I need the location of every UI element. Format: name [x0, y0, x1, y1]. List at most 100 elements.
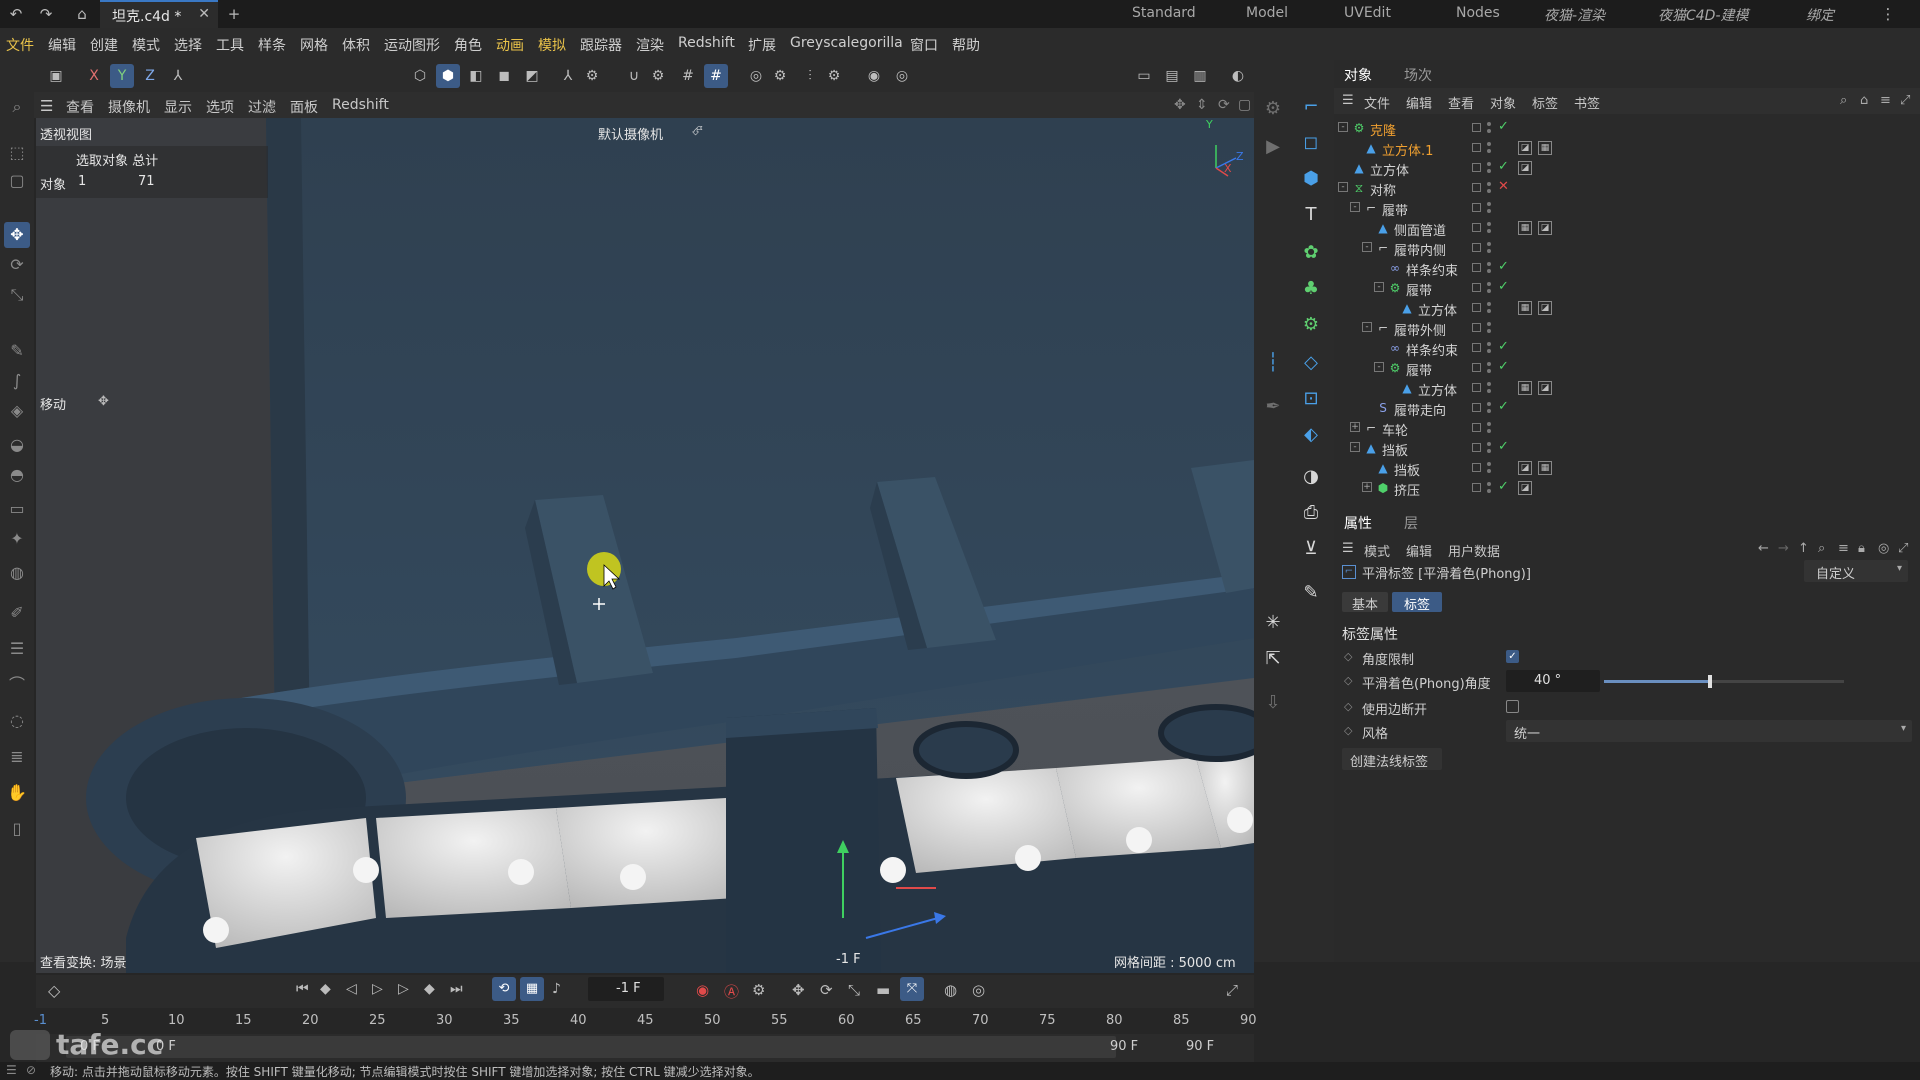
layer-color-box[interactable] [1472, 403, 1481, 412]
text-object-icon[interactable]: T [1296, 200, 1326, 230]
spline-dashed-icon[interactable]: ┆ [1258, 348, 1288, 378]
deformer-gear-icon[interactable]: ⚙ [1296, 310, 1326, 340]
layer-color-box[interactable] [1472, 263, 1481, 272]
polygons-mode-icon[interactable]: ◼ [492, 64, 516, 88]
phong-tag-icon[interactable]: ◪ [1518, 141, 1532, 155]
spline-create-icon[interactable]: ⊡ [1296, 384, 1326, 414]
visibility-dots[interactable] [1487, 441, 1491, 455]
menu-tools[interactable]: 工具 [216, 35, 244, 55]
visibility-dots[interactable] [1487, 261, 1491, 275]
attr-forward-icon[interactable]: → [1778, 541, 1789, 556]
axis-z-lock[interactable]: Z [138, 64, 162, 88]
new-tab-icon[interactable]: + [224, 4, 244, 24]
list-icon[interactable]: ☰ [4, 636, 30, 662]
undo-icon[interactable]: ↶ [6, 4, 26, 24]
disabled-cross-icon[interactable]: ✕ [1498, 179, 1509, 194]
rotate-tool-icon[interactable]: ⟳ [4, 252, 30, 278]
phong-tag-icon[interactable]: ◪ [1518, 461, 1532, 475]
visibility-dots[interactable] [1487, 401, 1491, 415]
prev-frame-icon[interactable]: ◁ [346, 981, 357, 997]
knife-icon[interactable]: ⌒ [4, 672, 30, 698]
attr-maximize-icon[interactable]: ⤢ [1898, 541, 1908, 556]
object-tree-row[interactable]: - ⌐ 履带外侧 [1334, 318, 1920, 339]
bend-deformer-icon[interactable]: ⬖ [1296, 420, 1326, 450]
enabled-check-icon[interactable]: ✓ [1498, 339, 1509, 354]
range-slider[interactable] [66, 1036, 1116, 1058]
soft-selection-settings-icon[interactable]: ⚙ [768, 64, 792, 88]
viewport-menu-filter[interactable]: 过滤 [248, 97, 276, 117]
box-selection-icon[interactable]: ▢ [4, 168, 30, 194]
loop-icon[interactable]: ⟲ [492, 977, 516, 1001]
object-tree-row[interactable]: + ⬢ 挤压 ✓ ◪ [1334, 478, 1920, 499]
symmetry-tool-icon[interactable]: ⫶ [798, 64, 822, 88]
move-handle-icon[interactable]: ✥ [98, 394, 109, 409]
goto-start-icon[interactable]: ⏮ [296, 981, 309, 997]
generator-icon[interactable]: ♣ [1296, 274, 1326, 304]
live-selection-icon[interactable]: ⬚ [4, 140, 30, 166]
pen-tool-icon[interactable]: ✎ [4, 338, 30, 364]
viewport-menu-redshift[interactable]: Redshift [332, 97, 389, 113]
object-tree-row[interactable]: S 履带走向 ✓ [1334, 398, 1920, 419]
layout-nodes[interactable]: Nodes [1456, 5, 1500, 21]
points-mode-icon[interactable]: ⬡ [408, 64, 432, 88]
key-settings-icon[interactable]: ⚙ [752, 981, 765, 999]
menu-mode[interactable]: 模式 [132, 35, 160, 55]
phong-tag-icon[interactable]: ◪ [1538, 381, 1552, 395]
edges-mode-icon[interactable]: ◧ [464, 64, 488, 88]
magnet-icon[interactable]: ◌ [4, 708, 30, 734]
primitive-cube-icon[interactable]: ⬢ [1296, 164, 1326, 194]
menu-edit[interactable]: 编辑 [48, 35, 76, 55]
axis-mode-icon[interactable]: ⅄ [556, 64, 580, 88]
expand-toggle-icon[interactable]: - [1350, 202, 1360, 212]
uv-mode-icon[interactable]: ◩ [520, 64, 544, 88]
expand-toggle-icon[interactable]: + [1362, 482, 1372, 492]
cube-create-icon[interactable]: ◻ [1296, 128, 1326, 158]
model-mode-icon[interactable]: ⬢ [436, 64, 460, 88]
om-menu-bookmarks[interactable]: 书签 [1574, 93, 1600, 112]
document-tab[interactable]: 坦克.c4d * ✕ [100, 0, 218, 28]
mograph-cloner-icon[interactable]: ✿ [1296, 238, 1326, 268]
object-tree-row[interactable]: ▲ 立方体 ✓ ◪ [1334, 158, 1920, 179]
soft-selection-icon[interactable]: ◎ [744, 64, 768, 88]
layout-uvedit[interactable]: UVEdit [1344, 5, 1391, 21]
axis-transform-icon[interactable]: ⇱ [1258, 644, 1288, 674]
layer-color-box[interactable] [1472, 123, 1481, 132]
range-end-field[interactable]: 90 F [1186, 1039, 1214, 1054]
viewport-rotate-icon[interactable]: ⟳ [1218, 97, 1230, 113]
visibility-dots[interactable] [1487, 281, 1491, 295]
menu-render[interactable]: 渲染 [636, 35, 664, 55]
menu-character[interactable]: 角色 [454, 35, 482, 55]
layer-color-box[interactable] [1472, 163, 1481, 172]
om-filter-icon[interactable]: ≡ [1880, 93, 1891, 108]
attr-lock-icon[interactable]: 🔒︎ [1858, 541, 1865, 556]
phong-tag-icon[interactable]: ◪ [1518, 481, 1532, 495]
viewport-maximize-icon[interactable]: ▢ [1238, 97, 1251, 113]
panel-icon[interactable]: ▯ [4, 816, 30, 842]
attr-back-icon[interactable]: ← [1758, 541, 1769, 556]
object-tree-row[interactable]: ▲ 立方体 ▦ ◪ [1334, 298, 1920, 319]
layer-color-box[interactable] [1472, 183, 1481, 192]
snap-settings-icon[interactable]: ⚙ [646, 64, 670, 88]
play-icon[interactable]: ▶ [1258, 132, 1288, 162]
tab-layers[interactable]: 层 [1404, 513, 1418, 533]
tab-attributes[interactable]: 属性 [1344, 513, 1372, 533]
om-search-icon[interactable]: ⌕ [1840, 93, 1847, 108]
viewport-menu-view[interactable]: 查看 [66, 97, 94, 117]
visibility-dots[interactable] [1487, 181, 1491, 195]
om-menu-object[interactable]: 对象 [1490, 93, 1516, 112]
enabled-check-icon[interactable]: ✓ [1498, 279, 1509, 294]
sound-icon[interactable]: ♪ [552, 981, 561, 997]
menu-simulate[interactable]: 模拟 [538, 35, 566, 55]
visibility-dots[interactable] [1487, 121, 1491, 135]
menu-select[interactable]: 选择 [174, 35, 202, 55]
object-tree-row[interactable]: - ⚙ 履带 ✓ [1334, 358, 1920, 379]
environment-icon[interactable]: ◑ [1296, 462, 1326, 492]
snap-icon[interactable]: ∪ [622, 64, 646, 88]
project-icon[interactable]: ▣ [44, 64, 68, 88]
workplane-icon[interactable]: # [704, 64, 728, 88]
hand-icon[interactable]: ✋ [4, 780, 30, 806]
home-icon[interactable]: ⌂ [72, 4, 92, 24]
style-dropdown[interactable]: 统一 ▾ [1506, 720, 1912, 742]
light-spark-icon[interactable]: ✳ [1258, 608, 1288, 638]
expand-toggle-icon[interactable]: - [1350, 442, 1360, 452]
